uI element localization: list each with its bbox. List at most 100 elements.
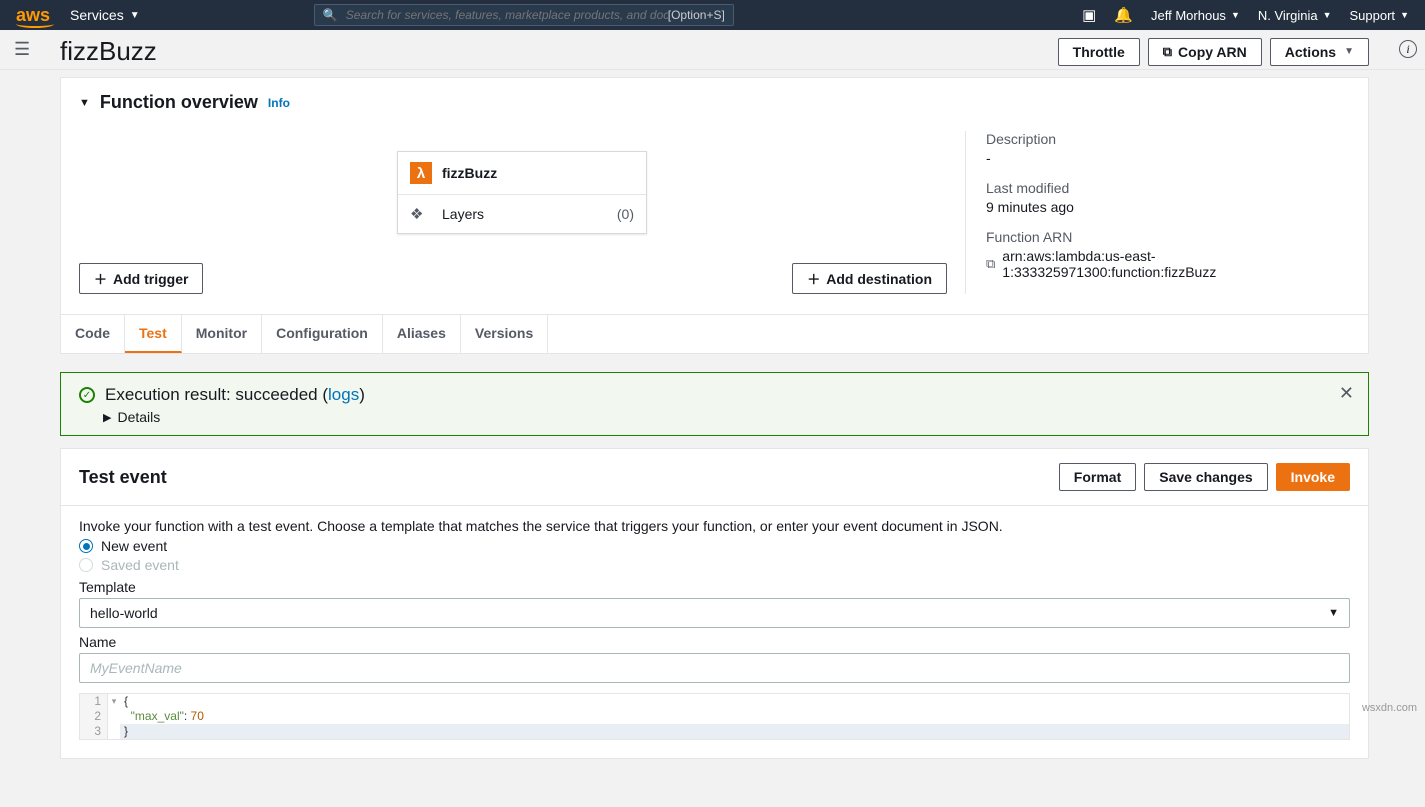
region-name: N. Virginia: [1258, 8, 1318, 23]
plus-icon: ＋: [807, 269, 820, 288]
caret-down-icon: ▼: [1344, 46, 1354, 57]
account-menu[interactable]: Jeff Morhous ▼: [1151, 8, 1240, 23]
throttle-button[interactable]: Throttle: [1058, 38, 1140, 66]
overview-header: ▼ Function overview Info: [61, 78, 1368, 121]
caret-down-icon: ▼: [1400, 10, 1409, 20]
overview-body: ＋ Add trigger λ fizzBuzz ❖ Layers (0): [61, 121, 1368, 314]
save-changes-button[interactable]: Save changes: [1144, 463, 1267, 491]
fold-icon[interactable]: ▾: [108, 694, 120, 709]
cloudshell-icon[interactable]: ▣: [1082, 6, 1096, 24]
editor-line-3: 3 }: [80, 724, 1349, 739]
caret-down-icon: ▼: [1328, 607, 1339, 619]
region-menu[interactable]: N. Virginia ▼: [1258, 8, 1332, 23]
layers-icon: ❖: [410, 205, 432, 223]
copy-arn-button[interactable]: ⧉ Copy ARN: [1148, 38, 1262, 66]
name-input[interactable]: [79, 653, 1350, 683]
help-text: Invoke your function with a test event. …: [79, 518, 1350, 534]
alert-head: ✓ Execution result: succeeded (logs): [79, 385, 1350, 405]
tab-configuration[interactable]: Configuration: [262, 315, 383, 353]
test-event-title: Test event: [79, 467, 1059, 488]
copy-arn-label: Copy ARN: [1178, 44, 1247, 60]
success-check-icon: ✓: [79, 387, 95, 403]
function-diagram: λ fizzBuzz ❖ Layers (0): [397, 151, 647, 234]
format-button[interactable]: Format: [1059, 463, 1136, 491]
hamburger-icon[interactable]: ☰: [14, 39, 30, 60]
details-toggle[interactable]: ▶ Details: [103, 409, 1350, 425]
info-link[interactable]: Info: [268, 96, 290, 110]
actions-button[interactable]: Actions ▼: [1270, 38, 1369, 66]
template-value: hello-world: [90, 605, 158, 621]
collapse-toggle-icon[interactable]: ▼: [79, 97, 90, 109]
aws-logo[interactable]: aws: [16, 5, 50, 26]
function-box-head: λ fizzBuzz: [398, 152, 646, 195]
tabs: Code Test Monitor Configuration Aliases …: [61, 314, 1368, 353]
meta-arn: Function ARN ⧉ arn:aws:lambda:us-east-1:…: [986, 229, 1350, 280]
line-number: 1: [80, 694, 108, 709]
actions-label: Actions: [1285, 44, 1336, 60]
overview-title: Function overview: [100, 92, 258, 113]
execution-result-alert: ✕ ✓ Execution result: succeeded (logs) ▶…: [60, 372, 1369, 436]
tab-monitor[interactable]: Monitor: [182, 315, 262, 353]
last-modified-label: Last modified: [986, 180, 1350, 196]
tab-versions[interactable]: Versions: [461, 315, 548, 353]
arn-label: Function ARN: [986, 229, 1350, 245]
radio-saved-event: Saved event: [79, 557, 1350, 573]
fold-spacer: [108, 709, 120, 724]
caret-down-icon: ▼: [1323, 10, 1332, 20]
function-box[interactable]: λ fizzBuzz ❖ Layers (0): [397, 151, 647, 234]
editor-line-2: 2 "max_val": 70: [80, 709, 1349, 724]
meta-area: Description - Last modified 9 minutes ag…: [965, 131, 1350, 294]
details-label: Details: [117, 409, 160, 425]
function-name: fizzBuzz: [442, 165, 497, 181]
notifications-icon[interactable]: 🔔: [1114, 6, 1133, 24]
services-menu[interactable]: Services ▼: [70, 7, 140, 23]
result-suffix: ): [359, 385, 365, 404]
template-select[interactable]: hello-world ▼: [79, 598, 1350, 628]
close-icon[interactable]: ✕: [1339, 383, 1354, 404]
global-search[interactable]: 🔍 [Option+S]: [314, 4, 734, 26]
saved-event-label: Saved event: [101, 557, 179, 573]
code-line: {: [120, 694, 1349, 709]
add-trigger-button[interactable]: ＋ Add trigger: [79, 263, 203, 294]
copy-icon: ⧉: [1163, 44, 1172, 60]
support-label: Support: [1350, 8, 1396, 23]
logs-link[interactable]: logs: [328, 385, 359, 404]
last-modified-value: 9 minutes ago: [986, 199, 1350, 215]
new-event-label: New event: [101, 538, 167, 554]
add-destination-button[interactable]: ＋ Add destination: [792, 263, 947, 294]
topnav-right: ▣ 🔔 Jeff Morhous ▼ N. Virginia ▼ Support…: [1082, 6, 1409, 24]
add-trigger-label: Add trigger: [113, 271, 188, 287]
layers-count: (0): [617, 206, 634, 222]
watermark: wsxdn.com: [1362, 702, 1417, 714]
tab-test[interactable]: Test: [125, 315, 182, 353]
add-destination-label: Add destination: [826, 271, 932, 287]
layers-row[interactable]: ❖ Layers (0): [398, 195, 646, 233]
copy-icon[interactable]: ⧉: [986, 256, 995, 272]
json-editor[interactable]: 1 ▾ { 2 "max_val": 70 3 }: [79, 693, 1350, 740]
arn-value: ⧉ arn:aws:lambda:us-east-1:333325971300:…: [986, 248, 1350, 280]
line-number: 3: [80, 724, 108, 739]
fold-spacer: [108, 724, 120, 739]
layers-label: Layers: [442, 206, 484, 222]
info-icon[interactable]: i: [1399, 40, 1417, 58]
radio-new-event[interactable]: New event: [79, 538, 1350, 554]
radio-icon: [79, 539, 93, 553]
radio-icon: [79, 558, 93, 572]
name-label: Name: [79, 634, 1350, 650]
alert-title: Execution result: succeeded (logs): [105, 385, 365, 405]
plus-icon: ＋: [94, 269, 107, 288]
tab-aliases[interactable]: Aliases: [383, 315, 461, 353]
caret-down-icon: ▼: [1231, 10, 1240, 20]
arn-text: arn:aws:lambda:us-east-1:333325971300:fu…: [1002, 248, 1350, 280]
user-name: Jeff Morhous: [1151, 8, 1226, 23]
test-event-card: Test event Format Save changes Invoke In…: [60, 448, 1369, 759]
main-content: i fizzBuzz Throttle ⧉ Copy ARN Actions ▼…: [34, 36, 1395, 759]
services-label: Services: [70, 7, 124, 23]
invoke-button[interactable]: Invoke: [1276, 463, 1350, 491]
top-nav: aws Services ▼ 🔍 [Option+S] ▣ 🔔 Jeff Mor…: [0, 0, 1425, 30]
code-line: }: [120, 724, 1349, 739]
support-menu[interactable]: Support ▼: [1350, 8, 1409, 23]
search-input[interactable]: [346, 8, 668, 22]
meta-last-modified: Last modified 9 minutes ago: [986, 180, 1350, 215]
tab-code[interactable]: Code: [61, 315, 125, 353]
